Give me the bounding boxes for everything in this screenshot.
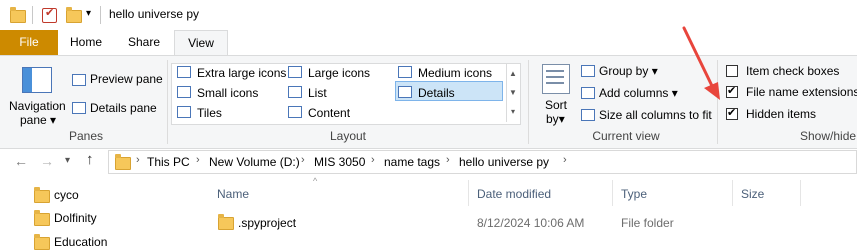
file-date: 8/12/2024 10:06 AM [477, 216, 585, 230]
window-title: hello universe py [109, 7, 200, 21]
properties-icon[interactable]: ✔ [42, 7, 57, 23]
forward-arrow-icon[interactable]: → [40, 153, 54, 169]
layout-extra-large-icons[interactable]: Extra large icons [197, 66, 286, 80]
sort-by-label[interactable]: Sort [545, 98, 567, 112]
breadcrumb-hello-universe-py[interactable]: hello universe py [459, 155, 549, 169]
add-columns-button[interactable]: Add columns ▾ [599, 86, 678, 100]
divider [167, 60, 168, 144]
tab-home[interactable]: Home [58, 30, 114, 55]
divider [732, 180, 733, 206]
column-header-date[interactable]: Date modified [477, 187, 551, 201]
recent-locations-chevron-icon[interactable]: ▾ [65, 155, 70, 166]
details-pane-icon [72, 102, 86, 114]
breadcrumb-name-tags[interactable]: name tags [384, 155, 440, 169]
address-bar[interactable]: › This PC › New Volume (D:) › MIS 3050 ›… [108, 150, 857, 174]
tab-file[interactable]: File [0, 30, 58, 55]
column-header-size[interactable]: Size [741, 187, 764, 201]
layout-large-icons[interactable]: Large icons [308, 66, 370, 80]
divider [100, 6, 101, 24]
hidden-items-label[interactable]: Hidden items [746, 107, 816, 121]
small-icons-icon [177, 86, 191, 98]
folder-icon [10, 7, 26, 23]
customize-toolbar-icon[interactable]: ▾ [86, 8, 91, 19]
new-folder-icon[interactable] [66, 7, 82, 23]
tiles-icon [177, 106, 191, 118]
layout-medium-icons[interactable]: Medium icons [418, 66, 492, 80]
group-label-panes: Panes [68, 129, 104, 143]
medium-icons-icon [398, 66, 412, 78]
chevron-right-icon[interactable]: › [196, 154, 200, 166]
add-columns-icon [581, 87, 595, 99]
up-arrow-icon[interactable]: ↑ [86, 151, 94, 168]
layout-tiles[interactable]: Tiles [197, 106, 222, 120]
folder-icon [115, 154, 131, 170]
sort-by-label-2[interactable]: by▾ [546, 112, 565, 126]
sidebar-item-cyco[interactable]: cyco [54, 188, 79, 202]
size-columns-icon [581, 109, 595, 121]
group-label-show-hide: Show/hide [800, 129, 857, 143]
divider [800, 180, 801, 206]
preview-pane-icon [72, 74, 86, 86]
back-arrow-icon[interactable]: ← [14, 153, 28, 169]
layout-small-icons[interactable]: Small icons [197, 86, 258, 100]
list-icon [288, 86, 302, 98]
divider [468, 180, 469, 206]
large-icons-icon [288, 66, 302, 78]
layout-list[interactable]: List [308, 86, 327, 100]
tab-share[interactable]: Share [116, 30, 172, 55]
divider [32, 6, 33, 24]
column-header-type[interactable]: Type [621, 187, 647, 201]
group-label-current-view: Current view [592, 129, 660, 143]
navigation-pane-label[interactable]: Navigation [9, 99, 66, 113]
layout-content[interactable]: Content [308, 106, 350, 120]
file-name-extensions-label[interactable]: File name extensions [746, 85, 857, 99]
folder-icon [34, 234, 50, 250]
tab-view[interactable]: View [174, 30, 228, 57]
details-pane-button[interactable]: Details pane [90, 101, 157, 115]
item-check-boxes-label[interactable]: Item check boxes [746, 64, 839, 78]
extra-large-icons-icon [177, 66, 191, 78]
folder-icon [34, 187, 50, 203]
chevron-right-icon[interactable]: › [563, 154, 567, 166]
navigation-pane-icon [22, 67, 52, 93]
file-name[interactable]: .spyproject [238, 216, 296, 230]
navigation-pane-label-2[interactable]: pane ▾ [20, 113, 56, 127]
chevron-right-icon[interactable]: › [446, 154, 450, 166]
breadcrumb-new-volume[interactable]: New Volume (D:) [209, 155, 300, 169]
breadcrumb-this-pc[interactable]: This PC [147, 155, 190, 169]
sidebar-item-education[interactable]: Education [54, 235, 107, 249]
group-by-button[interactable]: Group by ▾ [599, 64, 658, 78]
group-by-icon [581, 65, 595, 77]
layout-details[interactable]: Details [418, 86, 455, 100]
divider [528, 60, 529, 144]
navigation-pane: cyco Dolfinity Education [0, 176, 200, 250]
group-label-layout: Layout [329, 129, 367, 143]
sort-by-icon [542, 64, 570, 94]
sort-ascending-icon: ^ [313, 176, 318, 186]
preview-pane-button[interactable]: Preview pane [90, 72, 163, 86]
divider [612, 180, 613, 206]
content-icon [288, 106, 302, 118]
layout-scroll[interactable]: ▲ ▼ ▾ [506, 64, 519, 122]
chevron-right-icon[interactable]: › [301, 154, 305, 166]
annotation-arrow-icon [682, 26, 720, 100]
breadcrumb-mis-3050[interactable]: MIS 3050 [314, 155, 365, 169]
column-header-name[interactable]: Name [217, 187, 249, 201]
sidebar-item-dolfinity[interactable]: Dolfinity [54, 211, 97, 225]
details-icon [398, 86, 412, 98]
chevron-right-icon[interactable]: › [136, 154, 140, 166]
folder-icon [218, 214, 234, 230]
file-type: File folder [621, 216, 674, 230]
chevron-right-icon[interactable]: › [371, 154, 375, 166]
size-all-columns-button[interactable]: Size all columns to fit [599, 108, 712, 122]
folder-icon [34, 210, 50, 226]
